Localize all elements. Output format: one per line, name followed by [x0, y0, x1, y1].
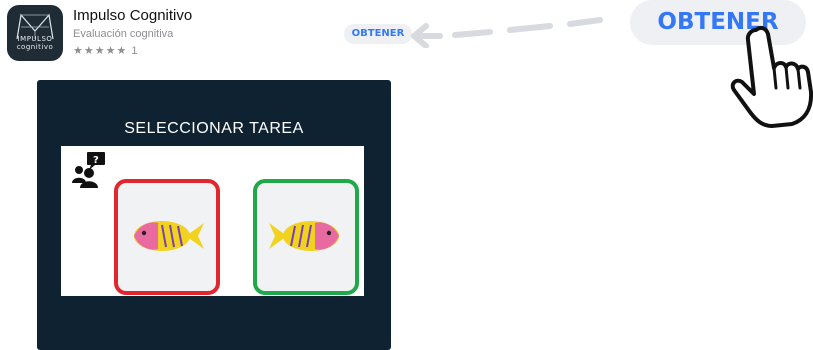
app-icon[interactable]: IMPULSO cognitivo: [7, 5, 63, 61]
task-panel-title: SELECCIONAR TAREA: [124, 120, 304, 137]
svg-text:?: ?: [93, 155, 99, 166]
fish-card-left[interactable]: [114, 179, 220, 295]
app-icon-label-line2: cognitivo: [16, 43, 54, 51]
user-question-icon: ?: [72, 152, 105, 188]
rating-stars: ★★★★★: [73, 45, 128, 57]
fish-icon: [269, 221, 339, 251]
app-logo-icon: [16, 13, 54, 40]
hand-pointer-icon: [730, 25, 813, 128]
fish-card-right[interactable]: [253, 179, 359, 295]
fish-icon: [134, 221, 204, 251]
app-icon-label-line1: IMPULSO: [17, 35, 53, 43]
rating-count: 1: [131, 45, 139, 57]
app-icon-label: IMPULSO cognitivo: [7, 35, 63, 51]
app-rating: ★★★★★ 1: [73, 44, 139, 57]
app-name[interactable]: Impulso Cognitivo: [73, 7, 192, 24]
arrow-left-icon: [411, 17, 603, 48]
task-area: ?: [61, 146, 364, 296]
app-subtitle: Evaluación cognitiva: [73, 28, 174, 40]
